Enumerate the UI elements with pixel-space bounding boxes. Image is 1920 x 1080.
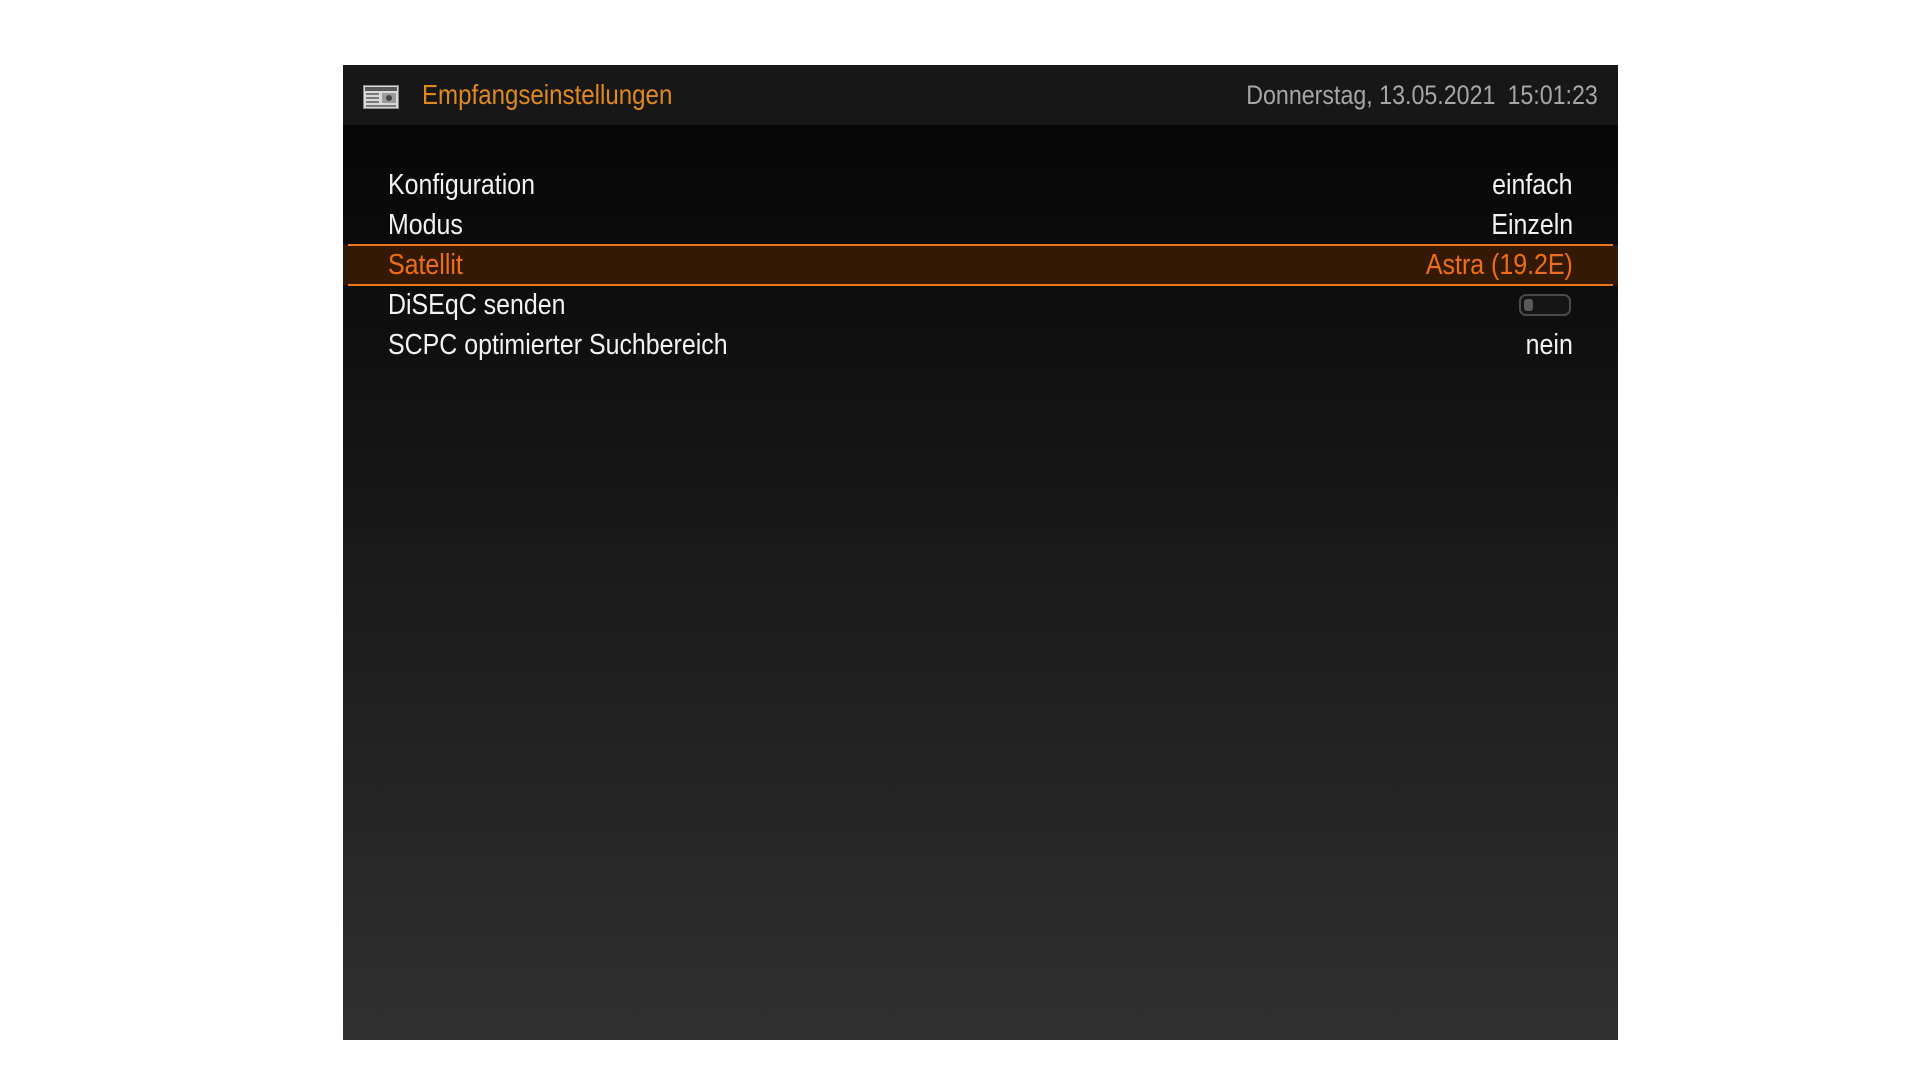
- title-bar: Empfangseinstellungen Donnerstag, 13.05.…: [343, 65, 1618, 125]
- setting-value: Astra (19.2E): [1426, 249, 1573, 281]
- setting-value: einfach: [1492, 169, 1573, 201]
- setting-label: Konfiguration: [388, 169, 535, 201]
- clock-text: 15:01:23: [1507, 80, 1598, 110]
- setting-value: nein: [1525, 329, 1573, 361]
- setting-label: Modus: [388, 209, 463, 241]
- setting-label: Satellit: [388, 249, 463, 281]
- toggle-knob: [1524, 299, 1533, 311]
- setting-value: Einzeln: [1491, 209, 1573, 241]
- setting-label: SCPC optimierter Suchbereich: [388, 329, 728, 361]
- setting-row-konfiguration[interactable]: Konfiguration einfach: [343, 165, 1618, 205]
- page-title: Empfangseinstellungen: [422, 79, 673, 110]
- diseqc-toggle-switch[interactable]: [1519, 294, 1571, 316]
- datetime: Donnerstag, 13.05.2021 15:01:23: [1246, 78, 1598, 112]
- receiver-settings-window: Empfangseinstellungen Donnerstag, 13.05.…: [343, 65, 1618, 1040]
- settings-list: Konfiguration einfach Modus Einzeln Sate…: [343, 165, 1618, 365]
- setting-label: DiSEqC senden: [388, 289, 566, 321]
- setting-row-satellit[interactable]: Satellit Astra (19.2E): [343, 244, 1618, 286]
- date-text: Donnerstag, 13.05.2021: [1246, 80, 1496, 110]
- satellite-dish-settings-icon: [363, 85, 399, 109]
- setting-row-diseqc-senden[interactable]: DiSEqC senden: [343, 285, 1618, 325]
- setting-row-scpc-suchbereich[interactable]: SCPC optimierter Suchbereich nein: [343, 325, 1618, 365]
- setting-row-modus[interactable]: Modus Einzeln: [343, 205, 1618, 245]
